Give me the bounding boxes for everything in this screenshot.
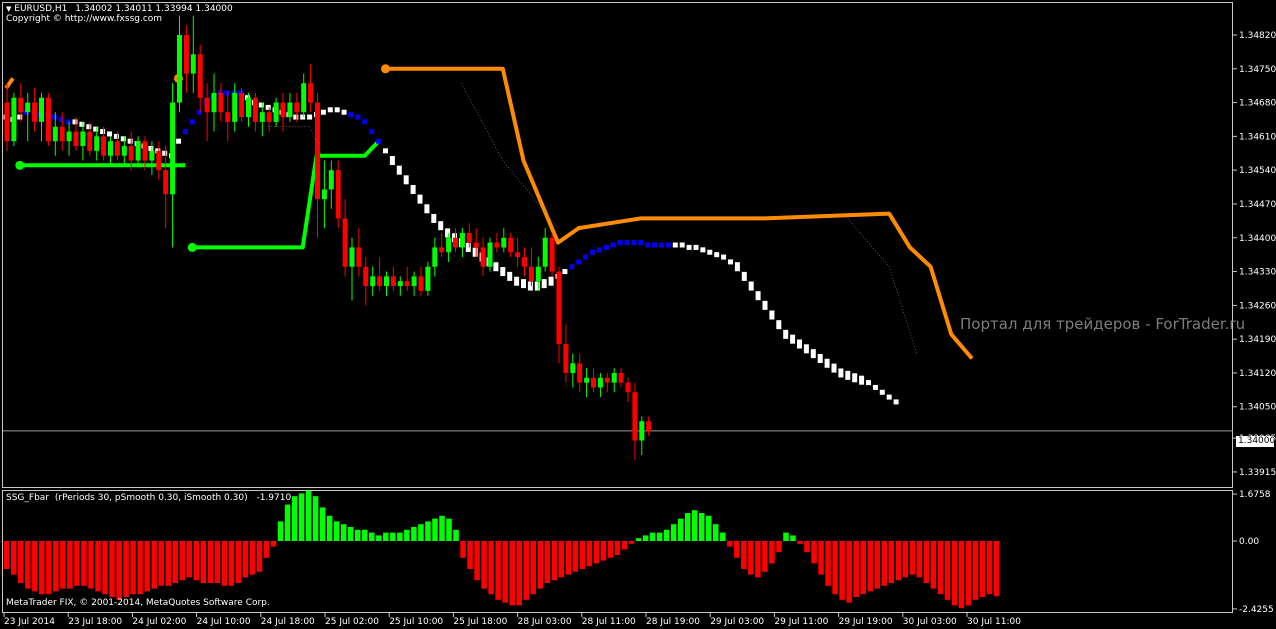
- main-chart-panel: [2, 2, 1233, 488]
- watermark-text: Портал для трейдеров - ForTrader.ru: [960, 315, 1246, 333]
- y-tick-label: 1.34120: [1239, 369, 1276, 379]
- x-tick-label: 23 Jul 18:00: [68, 617, 122, 627]
- x-tick-label: 29 Jul 19:00: [839, 617, 893, 627]
- x-tick-label: 24 Jul 18:00: [261, 617, 315, 627]
- x-tick-label: 28 Jul 19:00: [646, 617, 700, 627]
- footer-copyright: MetaTrader FIX, © 2001-2014, MetaQuotes …: [6, 598, 270, 608]
- indicator-y-tick-label: -2.4255: [1239, 605, 1274, 615]
- chart-header: ▼ EURUSD,H1 1.34002 1.34011 1.33994 1.34…: [6, 4, 233, 24]
- symbol-label: EURUSD,H1: [14, 4, 68, 14]
- indicator-title: SSG_Fbar (rPeriods 30, pSmooth 0.30, iSm…: [6, 493, 292, 503]
- current-price-box: 1.34000: [1236, 436, 1276, 447]
- indicator-panel: [2, 490, 1233, 613]
- x-tick-label: 24 Jul 02:00: [132, 617, 186, 627]
- y-tick-label: 1.34750: [1239, 65, 1276, 75]
- x-tick-label: 28 Jul 11:00: [582, 617, 636, 627]
- y-tick-label: 1.34680: [1239, 99, 1276, 109]
- y-tick-label: 1.34400: [1239, 234, 1276, 244]
- x-tick-label: 29 Jul 11:00: [774, 617, 828, 627]
- x-tick-label: 29 Jul 03:00: [710, 617, 764, 627]
- y-tick-label: 1.34190: [1239, 335, 1276, 345]
- indicator-y-tick-label: 1.6758: [1239, 490, 1271, 500]
- y-tick-label: 1.34610: [1239, 132, 1276, 142]
- y-tick-label: 1.34050: [1239, 403, 1276, 413]
- copyright-line: Copyright © http://www.fxssg.com: [6, 14, 163, 24]
- x-tick-label: 30 Jul 03:00: [903, 617, 957, 627]
- x-tick-label: 23 Jul 2014: [4, 617, 55, 627]
- y-tick-label: 1.34540: [1239, 166, 1276, 176]
- y-tick-label: 1.34820: [1239, 31, 1276, 41]
- x-tick-label: 25 Jul 18:00: [453, 617, 507, 627]
- y-tick-label: 1.33915: [1239, 468, 1276, 478]
- x-tick-label: 24 Jul 10:00: [197, 617, 251, 627]
- indicator-y-tick-label: 0.00: [1239, 537, 1259, 547]
- y-tick-label: 1.34470: [1239, 200, 1276, 210]
- x-tick-label: 30 Jul 11:00: [967, 617, 1021, 627]
- y-tick-label: 1.34260: [1239, 301, 1276, 311]
- ohlc-values: 1.34002 1.34011 1.33994 1.34000: [75, 4, 233, 14]
- x-tick-label: 28 Jul 03:00: [518, 617, 572, 627]
- x-tick-label: 25 Jul 10:00: [389, 617, 443, 627]
- y-tick-label: 1.34330: [1239, 268, 1276, 278]
- dropdown-triangle-icon[interactable]: ▼: [6, 5, 11, 13]
- x-tick-label: 25 Jul 02:00: [325, 617, 379, 627]
